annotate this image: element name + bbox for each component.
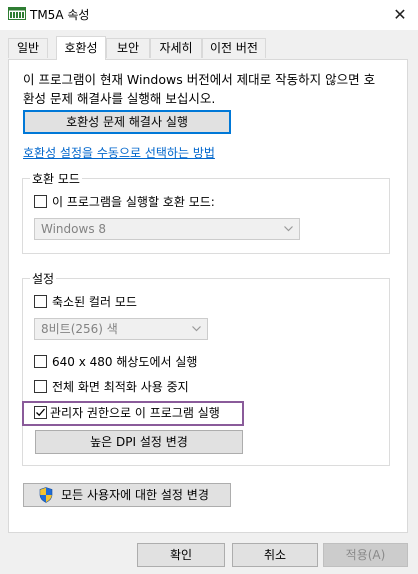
- compat-mode-group: [22, 178, 390, 254]
- intro-line-1: 이 프로그램이 현재 Windows 버전에서 제대로 작동하지 않으면 호: [23, 72, 376, 87]
- res-640-checkbox[interactable]: [34, 355, 47, 368]
- fullscreen-opt-label: 전체 화면 최적화 사용 중지: [52, 380, 189, 394]
- color-mode-value: 8비트(256) 색: [41, 322, 118, 336]
- reduced-color-checkbox[interactable]: [34, 295, 47, 308]
- run-as-admin-label: 관리자 권한으로 이 프로그램 실행: [50, 406, 220, 420]
- fullscreen-opt-checkbox[interactable]: [34, 380, 47, 393]
- all-users-label: 모든 사용자에 대한 설정 변경: [61, 488, 209, 502]
- intro-text: 이 프로그램이 현재 Windows 버전에서 제대로 작동하지 않으면 호 환…: [23, 70, 398, 108]
- settings-legend: 설정: [30, 270, 57, 287]
- app-window-icon: [8, 7, 26, 20]
- checkmark-icon: [36, 408, 45, 417]
- tab-label: 보안: [116, 41, 140, 55]
- ok-button[interactable]: 확인: [137, 543, 225, 567]
- all-users-settings-button[interactable]: 모든 사용자에 대한 설정 변경: [23, 483, 231, 507]
- res-640-label: 640 x 480 해상도에서 실행: [52, 355, 198, 369]
- uac-shield-icon: [39, 487, 53, 503]
- color-mode-select[interactable]: 8비트(256) 색: [34, 318, 208, 340]
- tab-label: 자세히: [159, 41, 193, 55]
- chevron-down-icon: [284, 226, 293, 232]
- window-title: TM5A 속성: [30, 8, 90, 22]
- high-dpi-button[interactable]: 높은 DPI 설정 변경: [35, 430, 243, 454]
- compat-mode-checkbox[interactable]: [34, 195, 47, 208]
- tab-security[interactable]: 보안: [106, 38, 150, 58]
- manual-settings-link[interactable]: 호환성 설정을 수동으로 선택하는 방법: [23, 144, 215, 161]
- reduced-color-label: 축소된 컬러 모드: [52, 295, 137, 309]
- close-icon: ✕: [393, 5, 407, 24]
- tab-details[interactable]: 자세히: [150, 38, 202, 58]
- tab-previous-versions[interactable]: 이전 버전: [202, 38, 266, 58]
- tab-label: 이전 버전: [210, 41, 258, 55]
- title-bar: TM5A 속성 ✕: [0, 0, 418, 30]
- compat-mode-legend: 호환 모드: [30, 170, 82, 187]
- apply-button[interactable]: 적용(A): [323, 543, 408, 567]
- compat-mode-value: Windows 8: [41, 222, 107, 236]
- tab-label: 일반: [16, 41, 40, 55]
- tab-general[interactable]: 일반: [8, 38, 48, 58]
- compat-mode-select[interactable]: Windows 8: [34, 218, 300, 240]
- run-troubleshooter-button[interactable]: 호환성 문제 해결사 실행: [23, 110, 231, 134]
- compat-mode-label: 이 프로그램을 실행할 호환 모드:: [52, 195, 215, 209]
- close-button[interactable]: ✕: [385, 2, 415, 28]
- run-as-admin-checkbox[interactable]: [34, 406, 47, 419]
- intro-line-2: 환성 문제 해결사를 실행해 보십시오.: [23, 91, 216, 106]
- cancel-button[interactable]: 취소: [232, 543, 318, 567]
- chevron-down-icon: [192, 326, 201, 332]
- tab-compatibility[interactable]: 호환성: [56, 36, 106, 60]
- tab-label: 호환성: [64, 41, 98, 55]
